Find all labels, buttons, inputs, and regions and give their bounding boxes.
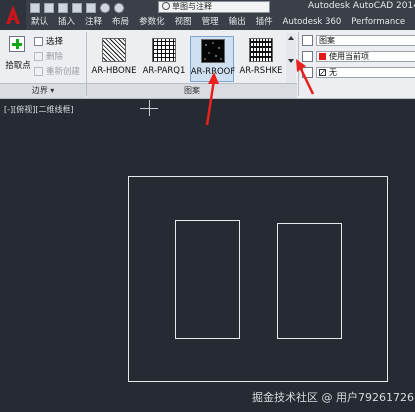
inner-rectangle-left[interactable] <box>175 220 240 339</box>
watermark: 掘金技术社区 @ 用户79261726113 <box>252 391 415 404</box>
inner-rectangle-right[interactable] <box>277 223 342 339</box>
outer-rectangle[interactable] <box>128 176 388 382</box>
drawing-canvas[interactable] <box>0 0 415 412</box>
annotation-arrows <box>205 59 315 126</box>
